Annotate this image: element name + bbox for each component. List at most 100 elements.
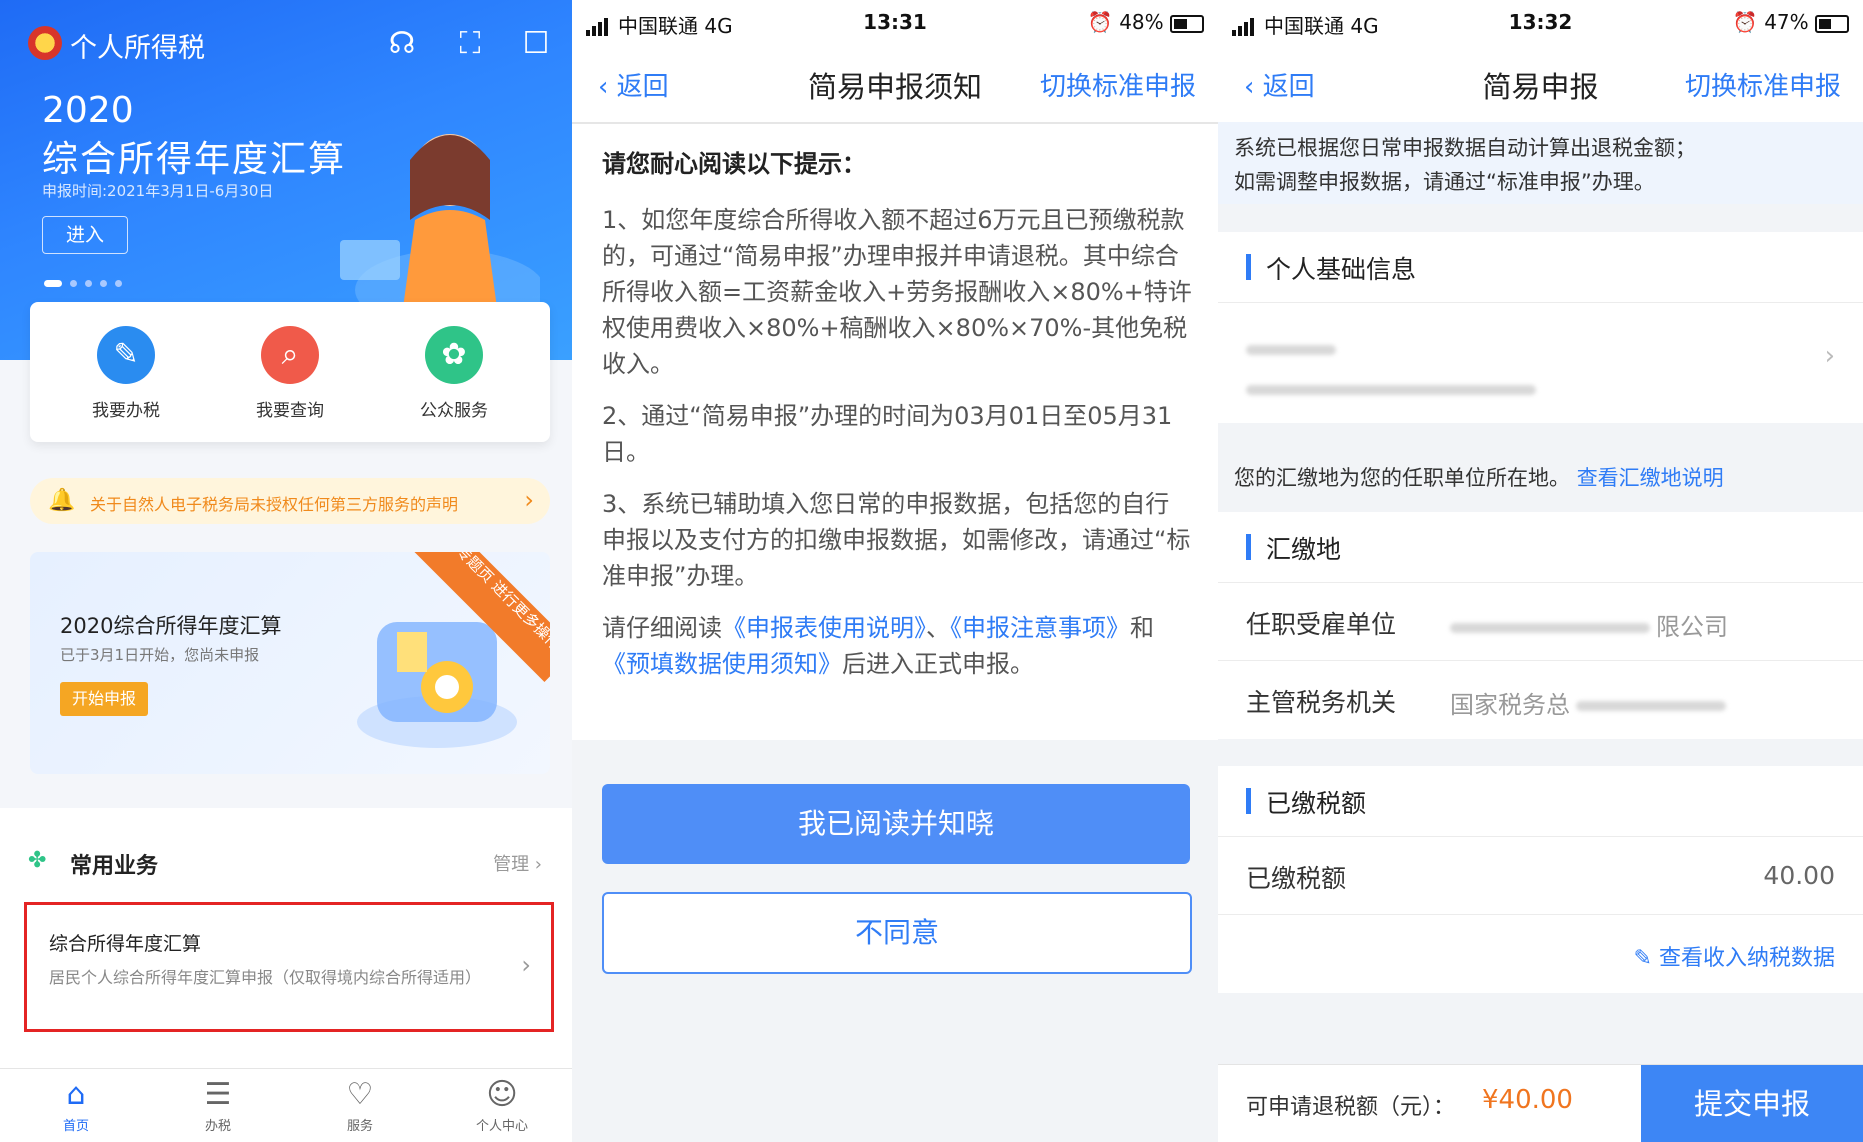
quick-actions: ✎ 我要办税 ⌕ 我要查询 ✿ 公众服务 (30, 302, 550, 442)
status-bar: 中国联通 4G 13:31 ⏰ 48% (572, 0, 1218, 44)
carousel-dots[interactable] (44, 272, 130, 291)
chevron-right-icon: › (521, 951, 531, 979)
section-basic-info: 个人基础信息 (1218, 232, 1863, 302)
promo-subtitle: 已于3月1日开始，您尚未申报 (60, 646, 260, 664)
quick-label: 公众服务 (420, 401, 488, 421)
notice-item: 2、通过“简易申报”办理的时间为03月01日至05月31日。 (602, 402, 1173, 466)
tab-label: 个人中心 (475, 1119, 528, 1134)
quick-item-public[interactable]: ✿ 公众服务 (384, 326, 524, 421)
manage-link[interactable]: 管理 › (493, 850, 542, 876)
grid-icon: ✤ (28, 848, 47, 873)
scan-icon[interactable]: ⛶ (452, 26, 488, 62)
edit-icon: ✎ (97, 326, 155, 384)
alarm-icon: ⏰ (1732, 10, 1758, 34)
employer-value: 限公司 (1450, 607, 1728, 642)
promo-title: 2020综合所得年度汇算 (60, 614, 282, 638)
read-links: 请仔细阅读《申报表使用说明》、《申报注意事项》和《预填数据使用须知》后进入正式申… (602, 614, 1154, 678)
notice-item: 3、系统已辅助填入您日常的申报数据，包括您的自行申报以及支付方的扣缴申报数据，如… (602, 490, 1191, 590)
edit-note-icon: ✎ (1633, 946, 1652, 971)
banner-line: 系统已根据您日常申报数据自动计算出退税金额； (1234, 136, 1696, 160)
refund-label: 可申请退税额（元）： (1246, 1095, 1456, 1120)
employer-label: 任职受雇单位 (1246, 610, 1397, 639)
notice-bar[interactable]: 🔔 关于自然人电子税务局未授权任何第三方服务的声明 › (30, 478, 550, 524)
section-title: 常用业务 (70, 854, 159, 879)
link-prefill-notice[interactable]: 《预填数据使用须知》 (602, 650, 842, 678)
headset-icon[interactable]: ☊ (384, 26, 420, 62)
search-icon: ⌕ (261, 326, 319, 384)
promo-card[interactable]: 2020综合所得年度汇算 已于3月1日开始，您尚未申报 开始申报 进入专题页 进… (30, 552, 550, 774)
banner-line: 如需调整申报数据，请通过“标准申报”办理。 (1234, 170, 1655, 194)
tax-office-value: 国家税务总 (1450, 685, 1726, 720)
bottom-tab-bar: ⌂ 首页 ☰ 办税 ♡ 服务 ☺ 个人中心 (0, 1068, 572, 1142)
tab-label: 办税 (204, 1119, 231, 1134)
chevron-right-icon: › (1824, 341, 1835, 371)
home-icon: ⌂ (66, 1077, 86, 1112)
disagree-button[interactable]: 不同意 (602, 892, 1192, 974)
redacted-id (1246, 379, 1536, 398)
tax-office-row: 主管税务机关 国家税务总 (1218, 660, 1863, 739)
notice-content: 请您耐心阅读以下提示： 1、如您年度综合所得收入额不超过6万元且已预缴税款的，可… (602, 146, 1192, 698)
section-title: 汇缴地 (1266, 535, 1342, 564)
section-title: 已缴税额 (1266, 789, 1367, 818)
tab-profile[interactable]: ☺ 个人中心 (452, 1075, 552, 1134)
tax-emblem-icon (28, 26, 62, 60)
section-title: 个人基础信息 (1266, 255, 1417, 284)
card-description: 居民个人综合所得年度汇算申报（仅取得境内综合所得适用） (49, 968, 482, 987)
location-hint: 您的汇缴地为您的任职单位所在地。 查看汇缴地说明 (1234, 466, 1724, 490)
tab-label: 首页 (62, 1119, 89, 1134)
person-icon: ☺ (486, 1077, 518, 1112)
status-right: ⏰ 48% (1088, 10, 1204, 34)
annual-summary-card[interactable]: 综合所得年度汇算 居民个人综合所得年度汇算申报（仅取得境内综合所得适用） › (24, 902, 554, 1032)
submit-footer: 可申请退税额（元）： ¥40.00 提交申报 (1218, 1064, 1863, 1142)
tab-label: 服务 (346, 1119, 373, 1134)
submit-button[interactable]: 提交申报 (1641, 1065, 1863, 1142)
chevron-right-icon: › (524, 486, 534, 514)
battery-icon (1815, 14, 1849, 33)
notice-item: 1、如您年度综合所得收入额不超过6万元且已预缴税款的，可通过“简易申报”办理申报… (602, 206, 1192, 378)
switch-standard-link[interactable]: 切换标准申报 (1685, 66, 1841, 103)
enter-button[interactable]: 进入 (42, 216, 128, 254)
employer-row: 任职受雇单位 限公司 (1218, 582, 1863, 661)
view-location-info-link[interactable]: 查看汇缴地说明 (1577, 466, 1724, 490)
start-declare-button[interactable]: 开始申报 (60, 682, 148, 716)
nav-bar: ‹ 返回 简易申报 切换标准申报 (1218, 44, 1863, 122)
switch-standard-link[interactable]: 切换标准申报 (1040, 66, 1196, 103)
app-home-screen: 个人所得税 ☊ ⛶ ☐ 2020 综合所得年度汇算 申报时间:2021年3月1日… (0, 0, 572, 1142)
quick-item-tax[interactable]: ✎ 我要办税 (56, 326, 196, 421)
status-bar: 中国联通 4G 13:32 ⏰ 47% (1218, 0, 1863, 44)
section-paid-tax: 已缴税额 (1218, 766, 1863, 836)
quick-label: 我要办税 (92, 401, 160, 421)
nav-bar: ‹ 返回 简易申报须知 切换标准申报 (572, 44, 1218, 124)
banner-year: 2020 (42, 90, 134, 131)
notice-text: 关于自然人电子税务局未授权任何第三方服务的声明 (90, 495, 459, 514)
battery-percent: 47% (1764, 10, 1809, 34)
acknowledge-button[interactable]: 我已阅读并知晓 (602, 784, 1190, 864)
tab-home[interactable]: ⌂ 首页 (26, 1075, 126, 1134)
tab-service[interactable]: ♡ 服务 (310, 1075, 410, 1134)
link-form-instructions[interactable]: 《申报表使用说明》 (722, 614, 926, 642)
document-icon: ☰ (204, 1077, 232, 1112)
simple-declare-notice-screen: 中国联通 4G 13:31 ⏰ 48% ‹ 返回 简易申报须知 切换标准申报 请… (572, 0, 1218, 1142)
quick-label: 我要查询 (256, 401, 324, 421)
info-banner: 系统已根据您日常申报数据自动计算出退税金额； 如需调整申报数据，请通过“标准申报… (1218, 122, 1863, 204)
common-business: ✤ 常用业务 管理 › 综合所得年度汇算 居民个人综合所得年度汇算申报（仅取得境… (0, 808, 572, 1068)
quick-item-query[interactable]: ⌕ 我要查询 (220, 326, 360, 421)
app-title: 个人所得税 (70, 33, 205, 64)
redacted-name (1246, 339, 1336, 358)
link-declare-notes[interactable]: 《申报注意事项》 (950, 614, 1130, 642)
heart-hand-icon: ♡ (346, 1077, 374, 1112)
tab-tax[interactable]: ☰ 办税 (168, 1075, 268, 1134)
flower-icon: ✿ (425, 326, 483, 384)
paid-tax-row: 已缴税额 40.00 (1218, 836, 1863, 915)
tax-office-label: 主管税务机关 (1246, 688, 1397, 717)
personal-info-row[interactable]: › (1218, 302, 1863, 423)
paid-tax-value: 40.00 (1763, 861, 1835, 890)
battery-percent: 48% (1119, 10, 1164, 34)
message-icon[interactable]: ☐ (518, 26, 554, 62)
view-income-data-link[interactable]: ✎ 查看收入纳税数据 (1634, 940, 1835, 972)
alarm-icon: ⏰ (1087, 10, 1113, 34)
notice-heading: 请您耐心阅读以下提示： (602, 150, 866, 178)
card-title: 综合所得年度汇算 (49, 933, 202, 955)
battery-icon (1170, 14, 1204, 33)
banner-date: 申报时间:2021年3月1日-6月30日 (42, 182, 274, 200)
